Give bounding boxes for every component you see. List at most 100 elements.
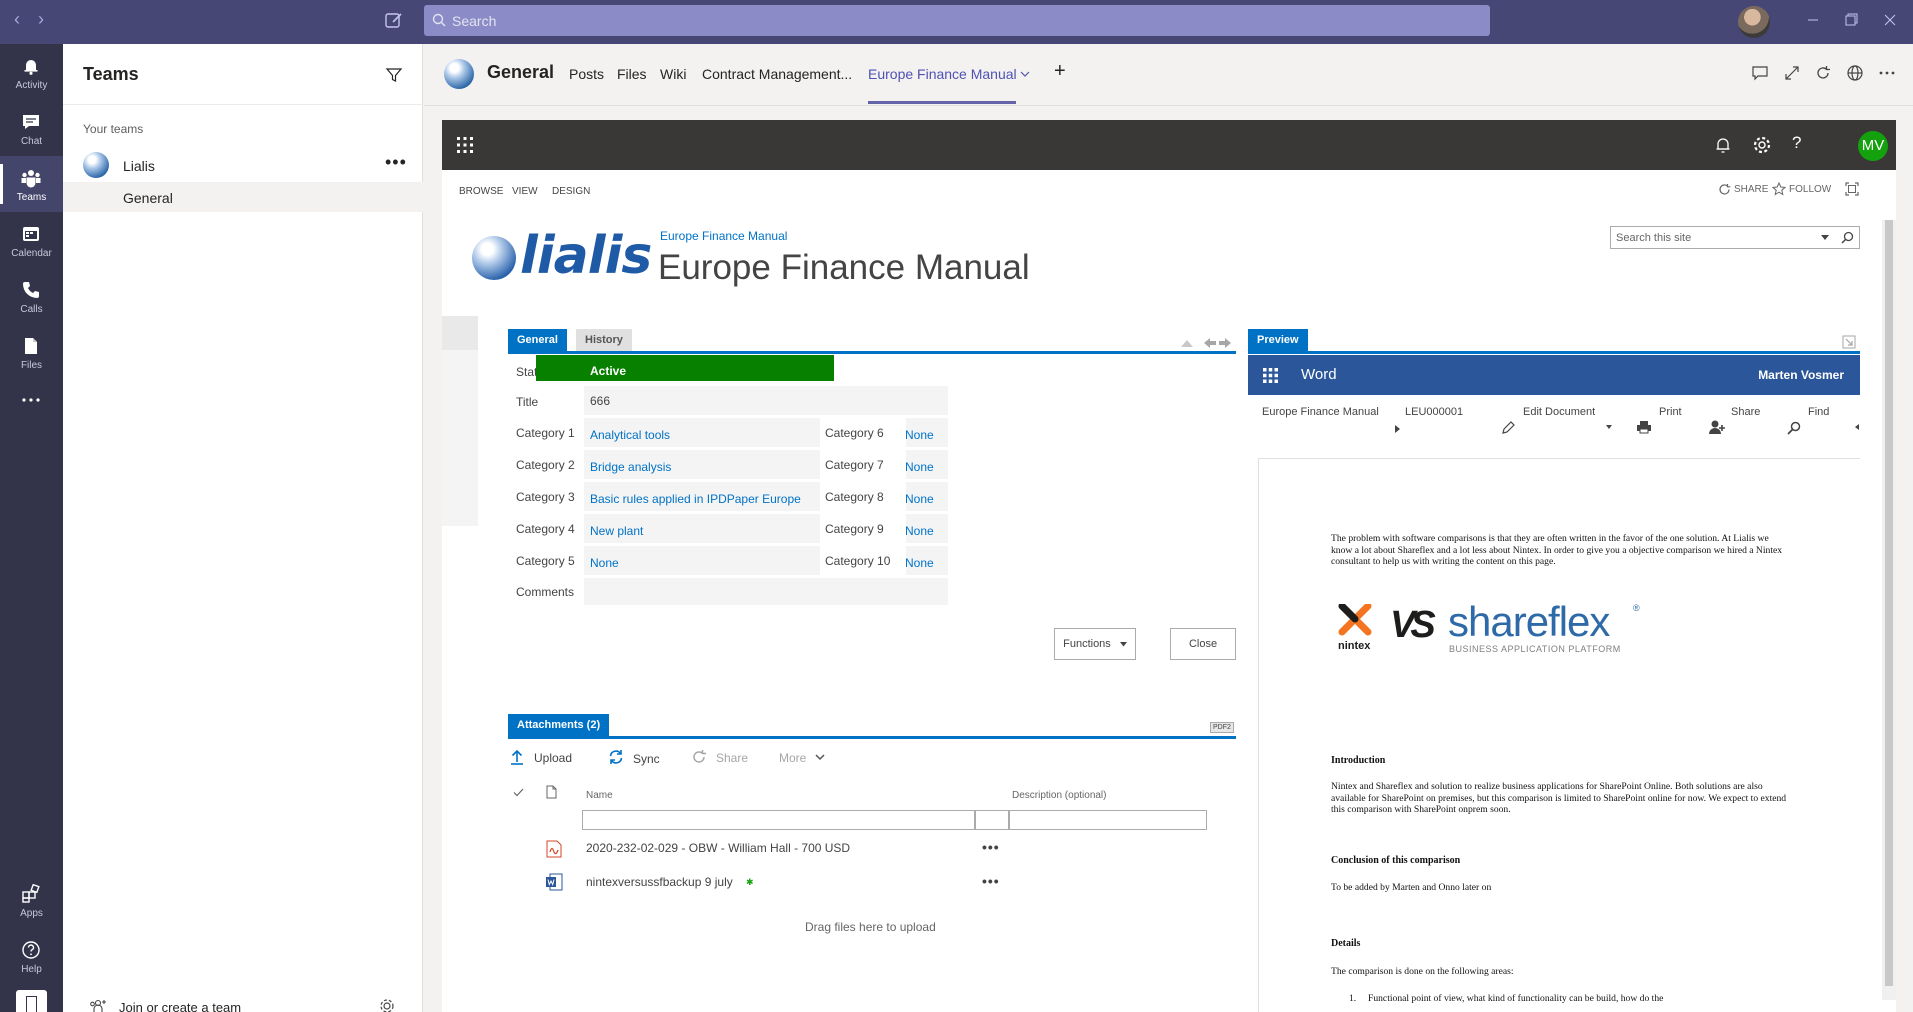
rail-item-files[interactable]: Files (0, 324, 63, 380)
pdf-badge[interactable]: PDF2 (1210, 722, 1234, 733)
more-options-icon[interactable] (1878, 64, 1896, 82)
share-person-icon (1708, 419, 1726, 435)
upload-button[interactable]: Upload (534, 751, 572, 765)
restore-icon[interactable] (1841, 10, 1861, 30)
user-avatar[interactable] (1738, 6, 1770, 38)
doc-heading-introduction: Introduction (1331, 755, 1386, 766)
rail-item-more[interactable] (0, 380, 63, 436)
tab-history[interactable]: History (576, 329, 632, 351)
reload-icon[interactable] (1814, 64, 1832, 82)
share-button[interactable]: Share (716, 751, 748, 765)
file-1-more-button[interactable]: ••• (982, 839, 1000, 855)
caret-down-icon (1119, 642, 1127, 647)
tab-europe-finance-manual[interactable]: Europe Finance Manual (868, 66, 1017, 82)
expand-icon[interactable] (1783, 64, 1801, 82)
rail-item-activity[interactable]: Activity (0, 44, 63, 100)
find-button[interactable]: Find (1808, 406, 1829, 418)
word-user-name[interactable]: Marten Vosmer (1758, 368, 1844, 382)
overflow-caret-icon[interactable] (1855, 424, 1859, 430)
tab-general[interactable]: General (508, 329, 567, 351)
chevron-down-icon[interactable] (1020, 70, 1030, 78)
channel-item-general[interactable]: General (63, 182, 423, 212)
functions-button[interactable]: Functions (1054, 628, 1136, 660)
popout-icon[interactable] (1842, 335, 1856, 349)
print-button[interactable]: Print (1659, 406, 1682, 418)
category-value-left-4[interactable]: New plant (590, 524, 643, 538)
more-button[interactable]: More (779, 751, 806, 765)
category-value-left-1[interactable]: Analytical tools (590, 428, 670, 442)
file-2-more-button[interactable]: ••• (982, 873, 1000, 889)
filter-type-input[interactable] (975, 810, 1009, 830)
file-name-1[interactable]: 2020-232-02-029 - OBW - William Hall - 7… (586, 841, 850, 855)
ribbon-tab-design[interactable]: DESIGN (552, 186, 590, 197)
globe-icon[interactable] (1846, 64, 1864, 82)
settings-icon[interactable] (379, 998, 395, 1012)
tab-wiki[interactable]: Wiki (660, 66, 686, 82)
category-value-right-4[interactable]: None (905, 524, 934, 538)
waffle-icon[interactable] (1263, 368, 1278, 383)
notification-bell-icon[interactable] (1714, 135, 1732, 155)
tab-files[interactable]: Files (617, 66, 647, 82)
help-question-icon[interactable]: ? (1792, 133, 1801, 153)
back-arrow-icon[interactable]: ‹ (14, 9, 20, 30)
quick-launch-collapsed (442, 316, 478, 526)
tab-contract-management[interactable]: Contract Management... (702, 66, 852, 82)
rail-item-calls[interactable]: Calls (0, 268, 63, 324)
site-breadcrumb[interactable]: Europe Finance Manual (660, 229, 787, 243)
compose-icon[interactable] (385, 11, 403, 29)
category-value-left-5[interactable]: None (590, 556, 619, 570)
category-value-right-2[interactable]: None (905, 460, 934, 474)
rail-item-apps[interactable]: Apps (0, 872, 63, 928)
filter-icon[interactable] (385, 66, 403, 84)
category-value-right-1[interactable]: None (905, 428, 934, 442)
join-team-link[interactable]: Join or create a team (119, 1000, 241, 1012)
category-label-left-5: Category 5 (516, 554, 575, 568)
category-value-right-5[interactable]: None (905, 556, 934, 570)
page-scrollbar[interactable] (1882, 220, 1896, 1000)
site-search-input[interactable]: Search this site (1610, 226, 1860, 249)
preview-breadcrumb-root[interactable]: Europe Finance Manual (1262, 406, 1379, 418)
device-icon[interactable] (16, 990, 47, 1012)
category-value-right-3[interactable]: None (905, 492, 934, 506)
share-document-button[interactable]: Share (1731, 406, 1760, 418)
rail-item-chat[interactable]: Chat (0, 100, 63, 156)
team-more-button[interactable]: ••• (385, 152, 407, 173)
minimize-icon[interactable] (1803, 10, 1823, 30)
dropdown-arrow-icon[interactable] (1821, 235, 1829, 241)
category-value-left-3[interactable]: Basic rules applied in IPDPaper Europe (590, 492, 801, 506)
filter-description-input[interactable] (1009, 810, 1207, 830)
filter-name-input[interactable] (582, 810, 975, 830)
user-initials-avatar[interactable]: MV (1858, 131, 1888, 161)
ribbon-tab-browse[interactable]: BROWSE (459, 186, 503, 197)
close-button[interactable]: Close (1170, 628, 1236, 660)
share-link[interactable]: SHARE (1734, 184, 1768, 195)
share-icon (1718, 183, 1731, 196)
category-value-left-2[interactable]: Bridge analysis (590, 460, 671, 474)
follow-link[interactable]: FOLLOW (1789, 184, 1831, 195)
edit-document-button[interactable]: Edit Document (1523, 406, 1595, 418)
file-name-2[interactable]: nintexversussfbackup 9 july (586, 875, 733, 889)
conversation-icon[interactable] (1751, 64, 1769, 82)
tab-posts[interactable]: Posts (569, 66, 604, 82)
rail-item-calendar[interactable]: Calendar (0, 212, 63, 268)
comments-cell (584, 577, 948, 605)
checkmark-icon[interactable] (513, 788, 524, 797)
rail-item-help[interactable]: Help (0, 928, 63, 984)
search-icon[interactable] (1841, 231, 1854, 244)
app-launcher-icon[interactable] (455, 135, 475, 155)
team-item-lialis[interactable]: Lialis ••• (63, 150, 423, 180)
forward-arrow-icon[interactable]: › (38, 9, 44, 30)
tab-attachments[interactable]: Attachments (2) (508, 714, 610, 736)
ribbon-tab-view[interactable]: VIEW (512, 186, 538, 197)
column-header-name[interactable]: Name (586, 790, 613, 801)
nav-arrows-icon[interactable] (1180, 337, 1232, 349)
close-window-icon[interactable] (1880, 10, 1900, 30)
gear-icon[interactable] (1752, 135, 1772, 155)
tab-preview[interactable]: Preview (1248, 329, 1308, 351)
sync-button[interactable]: Sync (633, 752, 660, 766)
rail-item-teams[interactable]: Teams (0, 156, 63, 212)
search-input[interactable]: Search (424, 5, 1490, 36)
focus-mode-icon[interactable] (1845, 182, 1859, 196)
column-header-description[interactable]: Description (optional) (1012, 790, 1107, 801)
add-tab-button[interactable]: + (1054, 60, 1066, 83)
